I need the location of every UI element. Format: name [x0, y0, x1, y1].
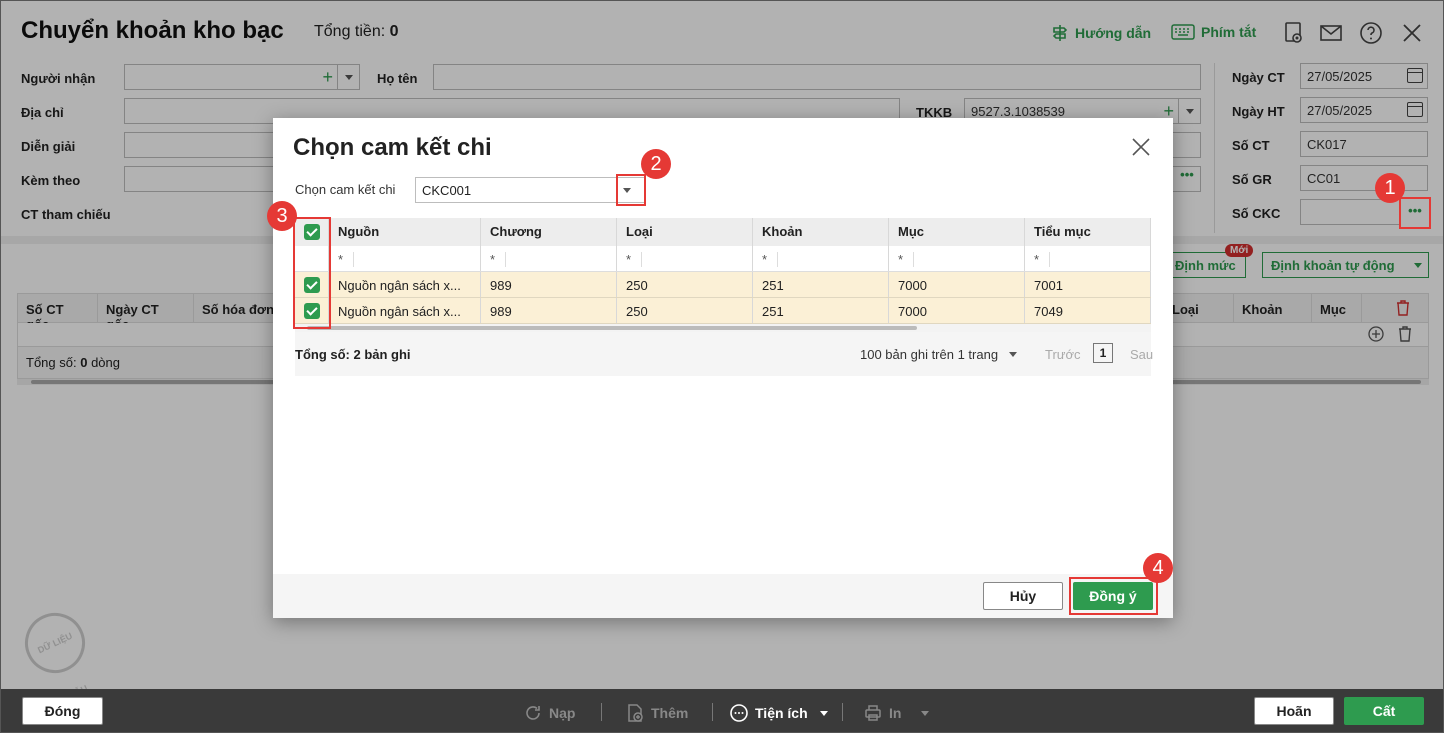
filter-khoan[interactable]: * [753, 246, 889, 271]
cell-muc: 7000 [889, 298, 1025, 323]
filter-muc[interactable]: * [889, 246, 1025, 271]
highlight-box-4 [1069, 577, 1158, 615]
add-label: Thêm [651, 705, 689, 721]
step-badge-4: 4 [1143, 553, 1173, 583]
commitment-table: Nguồn Chương Loại Khoản Mục Tiểu mục * *… [295, 218, 1153, 376]
add-document-icon [628, 704, 643, 722]
step-badge-3: 3 [267, 201, 297, 231]
prev-page-button[interactable]: Trước [1045, 347, 1081, 362]
select-label: Chọn cam kết chi [295, 182, 396, 197]
col-nguon[interactable]: Nguồn [329, 218, 481, 246]
reload-button[interactable]: Nạp [523, 703, 575, 723]
cancel-button[interactable]: Hủy [983, 582, 1063, 610]
col-loai[interactable]: Loại [617, 218, 753, 246]
utilities-button[interactable]: Tiện ích [729, 703, 828, 723]
step-badge-1: 1 [1375, 173, 1405, 203]
save-button[interactable]: Cất [1344, 697, 1424, 725]
cell-khoan: 251 [753, 272, 889, 297]
table-header: Nguồn Chương Loại Khoản Mục Tiểu mục [295, 218, 1151, 246]
add-button[interactable]: Thêm [625, 703, 688, 723]
filter-chuong[interactable]: * [481, 246, 617, 271]
filter-tieu-muc[interactable]: * [1025, 246, 1151, 271]
dialog-footer: Hủy Đồng ý [273, 574, 1173, 618]
cell-nguon: Nguồn ngân sách x... [329, 272, 481, 297]
separator [842, 703, 843, 721]
filter-loai[interactable]: * [617, 246, 753, 271]
cell-muc: 7000 [889, 272, 1025, 297]
bottom-toolbar: Đóng Nạp Thêm Tiện ích In Hoãn Cất [1, 689, 1443, 732]
dialog-title: Chọn cam kết chi [293, 134, 492, 161]
table-row[interactable]: Nguồn ngân sách x... 989 250 251 7000 70… [295, 298, 1151, 324]
table-row[interactable]: Nguồn ngân sách x... 989 250 251 7000 70… [295, 272, 1151, 298]
col-tieu-muc[interactable]: Tiểu mục [1025, 218, 1151, 246]
cell-chuong: 989 [481, 272, 617, 297]
col-chuong[interactable]: Chương [481, 218, 617, 246]
close-icon[interactable] [1130, 136, 1152, 158]
col-khoan[interactable]: Khoản [753, 218, 889, 246]
info-icon [730, 704, 748, 722]
separator [601, 703, 602, 721]
cell-loai: 250 [617, 272, 753, 297]
print-button[interactable]: In [863, 703, 930, 723]
next-page-button[interactable]: Sau [1130, 347, 1153, 362]
commitment-select[interactable]: CKC001 [415, 177, 645, 203]
chevron-down-icon [819, 710, 828, 716]
cell-loai: 250 [617, 298, 753, 323]
table-scrollbar[interactable] [295, 324, 1151, 332]
filter-nguon[interactable]: * [329, 246, 481, 271]
page-number[interactable]: 1 [1093, 343, 1113, 363]
table-footer: Tổng số: 2 bản ghi 100 bản ghi trên 1 tr… [295, 332, 1153, 376]
print-label: In [889, 705, 902, 721]
printer-icon [865, 705, 881, 721]
close-button[interactable]: Đóng [22, 697, 103, 725]
utilities-label: Tiện ích [755, 705, 808, 721]
highlight-box-3 [293, 217, 331, 329]
col-muc[interactable]: Mục [889, 218, 1025, 246]
record-count: Tổng số: 2 bản ghi [295, 347, 411, 362]
cell-khoan: 251 [753, 298, 889, 323]
separator [712, 703, 713, 721]
select-value: CKC001 [422, 183, 472, 198]
cell-tieu-muc: 7001 [1025, 272, 1151, 297]
app-window: Chuyển khoản kho bạc Tổng tiền: 0 Hướng … [0, 0, 1444, 733]
filter-row: * * * * * * [295, 246, 1151, 272]
refresh-icon [526, 706, 540, 720]
commitment-dialog: Chọn cam kết chi Chọn cam kết chi CKC001… [273, 118, 1173, 618]
page-size-select[interactable]: 100 bản ghi trên 1 trang [860, 347, 998, 362]
step-badge-2: 2 [641, 149, 671, 179]
chevron-down-icon [921, 710, 930, 716]
highlight-box-2 [616, 174, 646, 206]
undo-button[interactable]: Hoãn [1254, 697, 1334, 725]
highlight-box-1 [1399, 197, 1431, 229]
cell-tieu-muc: 7049 [1025, 298, 1151, 323]
cell-chuong: 989 [481, 298, 617, 323]
cell-nguon: Nguồn ngân sách x... [329, 298, 481, 323]
chevron-down-icon[interactable] [1009, 352, 1017, 357]
reload-label: Nạp [549, 705, 576, 721]
